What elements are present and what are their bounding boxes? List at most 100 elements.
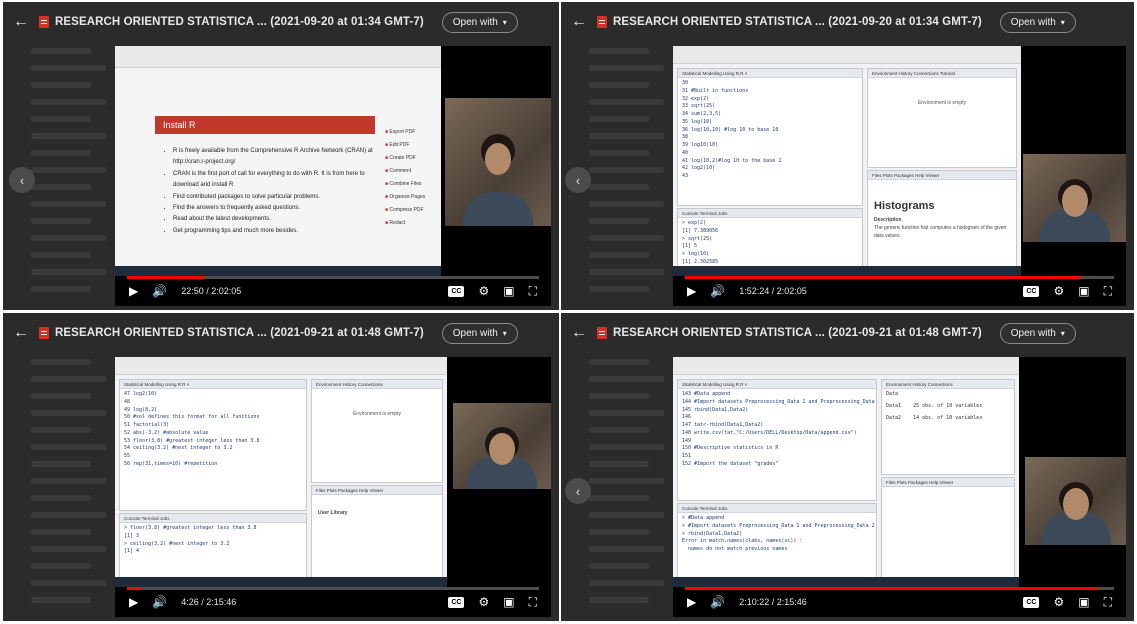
slide-bullet: Find contributed packages to solve parti… [173, 192, 373, 203]
pdf-file-icon [597, 327, 607, 339]
slide-bullet: Find the answers to frequently asked que… [173, 203, 373, 214]
progress-bar[interactable] [685, 587, 1114, 590]
drive-background-list [31, 48, 111, 303]
environment-pane: Environment History Connections Environm… [311, 379, 443, 483]
r-console[interactable]: Console Terminal Jobs > #Data append > #… [677, 503, 877, 587]
pdf-tool[interactable]: Create PDF [385, 152, 425, 165]
fullscreen-icon[interactable]: ⛶ [1104, 284, 1112, 299]
fullscreen-icon[interactable]: ⛶ [529, 595, 537, 610]
environment-empty-text: Environment is empty [917, 100, 967, 106]
video-player[interactable]: Statistical Modelling Using R.R × 47 log… [115, 357, 551, 617]
progress-bar[interactable] [127, 587, 539, 590]
back-arrow-icon[interactable]: ← [13, 13, 33, 31]
pdf-file-icon [39, 327, 49, 339]
play-icon[interactable]: ▶ [687, 284, 696, 298]
r-console[interactable]: Console Terminal Jobs > floor(3.8) #grea… [119, 513, 307, 587]
captions-icon[interactable]: CC [448, 596, 465, 608]
previous-file-button[interactable]: ‹ [9, 167, 35, 193]
rstudio-screen: Statistical Modelling Using R.R × 30 31 … [673, 46, 1021, 276]
pdf-tool[interactable]: Compress PDF [385, 204, 425, 217]
open-with-button[interactable]: Open with ▾ [999, 322, 1076, 344]
help-subheading: Description [874, 217, 902, 223]
settings-gear-icon[interactable]: ⚙ [478, 284, 489, 298]
windows-taskbar [115, 577, 447, 587]
miniplayer-icon[interactable]: ▣ [1078, 284, 1089, 298]
rstudio-toolbar [673, 46, 1021, 64]
shared-screen: Install R R is freely available from the… [115, 46, 441, 276]
play-icon[interactable]: ▶ [687, 595, 696, 609]
open-with-button[interactable]: Open with ▾ [999, 11, 1076, 33]
play-icon[interactable]: ▶ [129, 284, 138, 298]
file-title: RESEARCH ORIENTED STATISTICA ... (2021-0… [55, 16, 424, 28]
script-editor[interactable]: Statistical Modelling Using R.R × 47 log… [119, 379, 307, 511]
script-editor[interactable]: Statistical Modelling Using R.R × 30 31 … [677, 68, 863, 206]
packages-heading: User Library [318, 510, 348, 516]
pdf-tool[interactable]: Combine Files [385, 178, 425, 191]
captions-icon[interactable]: CC [1023, 285, 1040, 297]
player-controls: ▶ 🔊 22:50 / 2:02:05 CC ⚙ ▣ ⛶ [115, 276, 551, 306]
settings-gear-icon[interactable]: ⚙ [1053, 595, 1064, 609]
video-player[interactable]: Statistical Modelling Using R.R × 143 #D… [673, 357, 1126, 617]
play-icon[interactable]: ▶ [129, 595, 138, 609]
settings-gear-icon[interactable]: ⚙ [478, 595, 489, 609]
progress-fill [127, 276, 205, 279]
fullscreen-icon[interactable]: ⛶ [1104, 595, 1112, 610]
viewer-header: ← RESEARCH ORIENTED STATISTICA ... (2021… [561, 2, 1134, 42]
dropdown-caret-icon: ▾ [1060, 17, 1065, 27]
pdf-tool[interactable]: Redact [385, 217, 425, 230]
presenter-webcam [453, 403, 551, 489]
video-player[interactable]: Statistical Modelling Using R.R × 30 31 … [673, 46, 1126, 306]
pdf-tool[interactable]: Export PDF [385, 126, 425, 139]
captions-icon[interactable]: CC [1023, 596, 1040, 608]
volume-icon[interactable]: 🔊 [152, 284, 167, 298]
time-display: 4:26 / 2:15:46 [181, 597, 237, 607]
volume-icon[interactable]: 🔊 [710, 595, 725, 609]
console-output: > #Data append > #Import datasets Prepro… [682, 515, 875, 552]
video-player[interactable]: Install R R is freely available from the… [115, 46, 551, 306]
pdf-tool[interactable]: Organize Pages [385, 191, 425, 204]
captions-icon[interactable]: CC [448, 285, 465, 297]
dropdown-caret-icon: ▾ [502, 17, 507, 27]
open-with-button[interactable]: Open with ▾ [441, 322, 518, 344]
miniplayer-icon[interactable]: ▣ [503, 284, 514, 298]
back-arrow-icon[interactable]: ← [571, 324, 591, 342]
pdf-tool[interactable]: Edit PDF [385, 139, 425, 152]
file-title: RESEARCH ORIENTED STATISTICA ... (2021-0… [613, 16, 982, 28]
script-code: 30 31 #Built in functions 32 exp(2) 33 s… [682, 80, 782, 179]
pdf-reader-toolbar [115, 46, 441, 68]
open-with-label: Open with [452, 16, 498, 28]
drive-background-list [31, 359, 111, 614]
console-output: > floor(3.8) #greatest integer less than… [124, 525, 257, 555]
video-panel-3: ← RESEARCH ORIENTED STATISTICA ... (2021… [3, 313, 559, 621]
script-editor[interactable]: Statistical Modelling Using R.R × 143 #D… [677, 379, 877, 501]
slide-bullets: R is freely available from the Comprehen… [163, 146, 373, 237]
presenter-webcam [1025, 457, 1126, 545]
progress-bar[interactable] [685, 276, 1114, 279]
pdf-file-icon [597, 16, 607, 28]
environment-row[interactable]: Data1 25 obs. of 10 variables [882, 401, 1014, 413]
script-code: 47 log2(10) 48 49 log(8,2) 50 #sol defin… [124, 391, 260, 467]
fullscreen-icon[interactable]: ⛶ [529, 284, 537, 299]
settings-gear-icon[interactable]: ⚙ [1053, 284, 1064, 298]
miniplayer-icon[interactable]: ▣ [503, 595, 514, 609]
environment-row[interactable]: Data2 14 obs. of 10 variables [882, 413, 1014, 425]
help-tabs: Files Plots Packages Help Viewer [868, 171, 1016, 180]
chevron-left-icon: ‹ [575, 483, 581, 499]
files-tabs: Files Plots Packages Help Viewer [882, 478, 1014, 487]
windows-taskbar [673, 266, 1021, 276]
chevron-left-icon: ‹ [19, 172, 25, 188]
viewer-header: ← RESEARCH ORIENTED STATISTICA ... (2021… [3, 313, 559, 353]
volume-icon[interactable]: 🔊 [152, 595, 167, 609]
previous-file-button[interactable]: ‹ [565, 478, 591, 504]
back-arrow-icon[interactable]: ← [571, 13, 591, 31]
previous-file-button[interactable]: ‹ [565, 167, 591, 193]
back-arrow-icon[interactable]: ← [13, 324, 33, 342]
drive-background-list [589, 359, 669, 614]
miniplayer-icon[interactable]: ▣ [1078, 595, 1089, 609]
volume-icon[interactable]: 🔊 [710, 284, 725, 298]
pdf-tool[interactable]: Comment [385, 165, 425, 178]
pdf-tools-sidebar: Export PDF Edit PDF Create PDF Comment C… [385, 126, 425, 230]
open-with-button[interactable]: Open with ▾ [441, 11, 518, 33]
file-title: RESEARCH ORIENTED STATISTICA ... (2021-0… [55, 327, 424, 339]
progress-bar[interactable] [127, 276, 539, 279]
